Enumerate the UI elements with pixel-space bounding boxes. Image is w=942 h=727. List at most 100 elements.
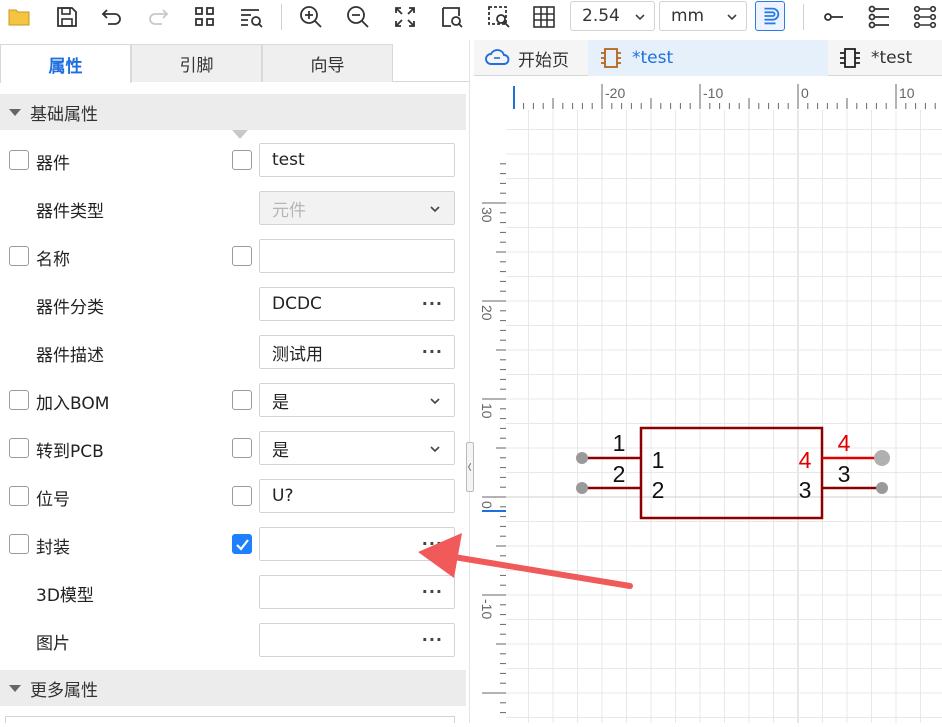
zoom-area-icon[interactable]	[437, 2, 467, 32]
unit-select[interactable]: mm	[659, 1, 747, 31]
save-icon[interactable]	[52, 2, 82, 32]
checkmark-icon	[236, 539, 249, 551]
tab-symbol-test-2[interactable]: *test	[837, 40, 942, 76]
pin-3-endpoint[interactable]	[876, 482, 888, 494]
more-options-button[interactable]: ···	[422, 294, 443, 313]
pin-4-number: 4	[838, 430, 851, 456]
tab-label: 引脚	[179, 56, 214, 76]
property-label: 加入BOM	[36, 394, 110, 414]
pin-1-name: 1	[652, 447, 665, 473]
ruler-label: 10	[899, 85, 915, 101]
more-options-button[interactable]: ···	[422, 630, 443, 649]
pin-2-name: 2	[652, 477, 665, 503]
property-value-field[interactable]: 是	[259, 383, 455, 417]
chevron-down-icon	[430, 206, 440, 213]
property-visible-checkbox[interactable]	[232, 438, 252, 458]
zoom-in-icon[interactable]	[296, 2, 326, 32]
pin-1-endpoint[interactable]	[576, 452, 588, 464]
property-value-field[interactable]: 元件	[259, 191, 455, 225]
symbol-icon	[840, 48, 860, 68]
ruler-label: 0	[801, 85, 809, 101]
property-row: 名称	[0, 238, 466, 274]
property-label: 转到PCB	[36, 442, 104, 462]
property-label: 位号	[36, 490, 70, 510]
undo-icon[interactable]	[97, 2, 127, 32]
redo-icon[interactable]	[143, 2, 173, 32]
property-value-field[interactable]: DCDC ···	[259, 287, 455, 321]
tab-properties[interactable]: 属性	[0, 44, 131, 83]
cloud-icon	[485, 49, 510, 65]
property-select-checkbox[interactable]	[9, 150, 29, 170]
pin-2-endpoint[interactable]	[576, 482, 588, 494]
property-visible-checkbox[interactable]	[232, 246, 252, 266]
select-area-icon[interactable]	[484, 2, 514, 32]
section-more-properties[interactable]: 更多属性	[0, 670, 466, 706]
property-row: 封装 ···	[0, 526, 466, 562]
property-visible-checkbox[interactable]	[232, 486, 252, 506]
property-row: 加入BOM 是	[0, 382, 466, 418]
grid-icon[interactable]	[529, 2, 559, 32]
property-value-field[interactable]	[259, 239, 455, 273]
property-value-field[interactable]: ···	[259, 527, 455, 561]
tab-label: 向导	[310, 56, 345, 76]
property-row: 器件 test	[0, 142, 466, 178]
tab-pins[interactable]: 引脚	[131, 44, 262, 82]
property-visible-checkbox[interactable]	[232, 390, 252, 410]
property-value-field[interactable]: test	[259, 143, 455, 177]
property-value: 元件	[272, 200, 306, 221]
property-value: test	[272, 150, 305, 170]
more-options-button[interactable]: ···	[422, 534, 443, 553]
tab-start-page[interactable]: 开始页	[484, 40, 590, 76]
property-select-checkbox[interactable]	[9, 390, 29, 410]
property-value-field[interactable]: ···	[259, 623, 455, 657]
list-search-icon[interactable]	[236, 2, 266, 32]
property-label: 器件分类	[36, 298, 104, 318]
more-properties-field[interactable]	[5, 716, 455, 723]
property-row: 位号 U?	[0, 478, 466, 514]
magnet-icon[interactable]	[755, 1, 785, 31]
property-select-checkbox[interactable]	[9, 534, 29, 554]
property-row: 器件描述 测试用 ···	[0, 334, 466, 370]
property-select-checkbox[interactable]	[9, 246, 29, 266]
property-panel: 属性 引脚 向导 基础属性 器件 test 器件类型 元件 名称 器件分类 DCDC ··· 器…	[0, 40, 470, 723]
property-value: DCDC	[272, 294, 322, 314]
more-options-button[interactable]: ···	[422, 582, 443, 601]
grid-layout-icon[interactable]	[190, 2, 220, 32]
property-label: 图片	[36, 634, 70, 654]
fit-view-icon[interactable]	[390, 2, 420, 32]
tab-symbol-test[interactable]: *test	[588, 40, 828, 76]
folder-icon[interactable]	[4, 2, 34, 32]
pin-2-number: 2	[613, 461, 626, 487]
pin-3-name: 3	[799, 477, 812, 503]
main-toolbar: 2.54 mm	[0, 0, 942, 36]
tab-wizard[interactable]: 向导	[262, 44, 393, 82]
property-visible-checkbox[interactable]	[232, 534, 252, 554]
pin-array-icon[interactable]	[910, 2, 940, 32]
property-visible-checkbox[interactable]	[232, 150, 252, 170]
tab-label: *test	[871, 48, 913, 68]
property-value-field[interactable]: 是	[259, 431, 455, 465]
ruler-label: 30	[479, 207, 495, 223]
property-value-field[interactable]: ···	[259, 575, 455, 609]
section-basic-properties[interactable]: 基础属性	[0, 94, 466, 130]
pin-list-icon[interactable]	[864, 2, 894, 32]
property-label: 3D模型	[36, 586, 94, 606]
property-value-field[interactable]: 测试用 ···	[259, 335, 455, 369]
pin-4-name: 4	[799, 447, 812, 473]
property-label: 器件描述	[36, 346, 104, 366]
schematic-canvas[interactable]: -20 -10 0 10 30 20 10 0 -10 1 2 1 2 4 3 4 3	[474, 76, 942, 723]
property-select-checkbox[interactable]	[9, 438, 29, 458]
toolbar-divider	[281, 4, 282, 30]
zoom-out-icon[interactable]	[343, 2, 373, 32]
tab-label: *test	[632, 48, 674, 68]
property-value-field[interactable]: U?	[259, 479, 455, 513]
panel-resize-handle[interactable]	[466, 442, 474, 492]
property-row: 转到PCB 是	[0, 430, 466, 466]
pin-icon[interactable]	[818, 2, 848, 32]
zoom-select[interactable]: 2.54	[570, 1, 655, 31]
property-select-checkbox[interactable]	[9, 486, 29, 506]
more-options-button[interactable]: ···	[422, 342, 443, 361]
zoom-value: 2.54	[582, 6, 620, 26]
chevron-down-icon	[430, 446, 440, 453]
pin-4-endpoint[interactable]	[874, 450, 890, 466]
